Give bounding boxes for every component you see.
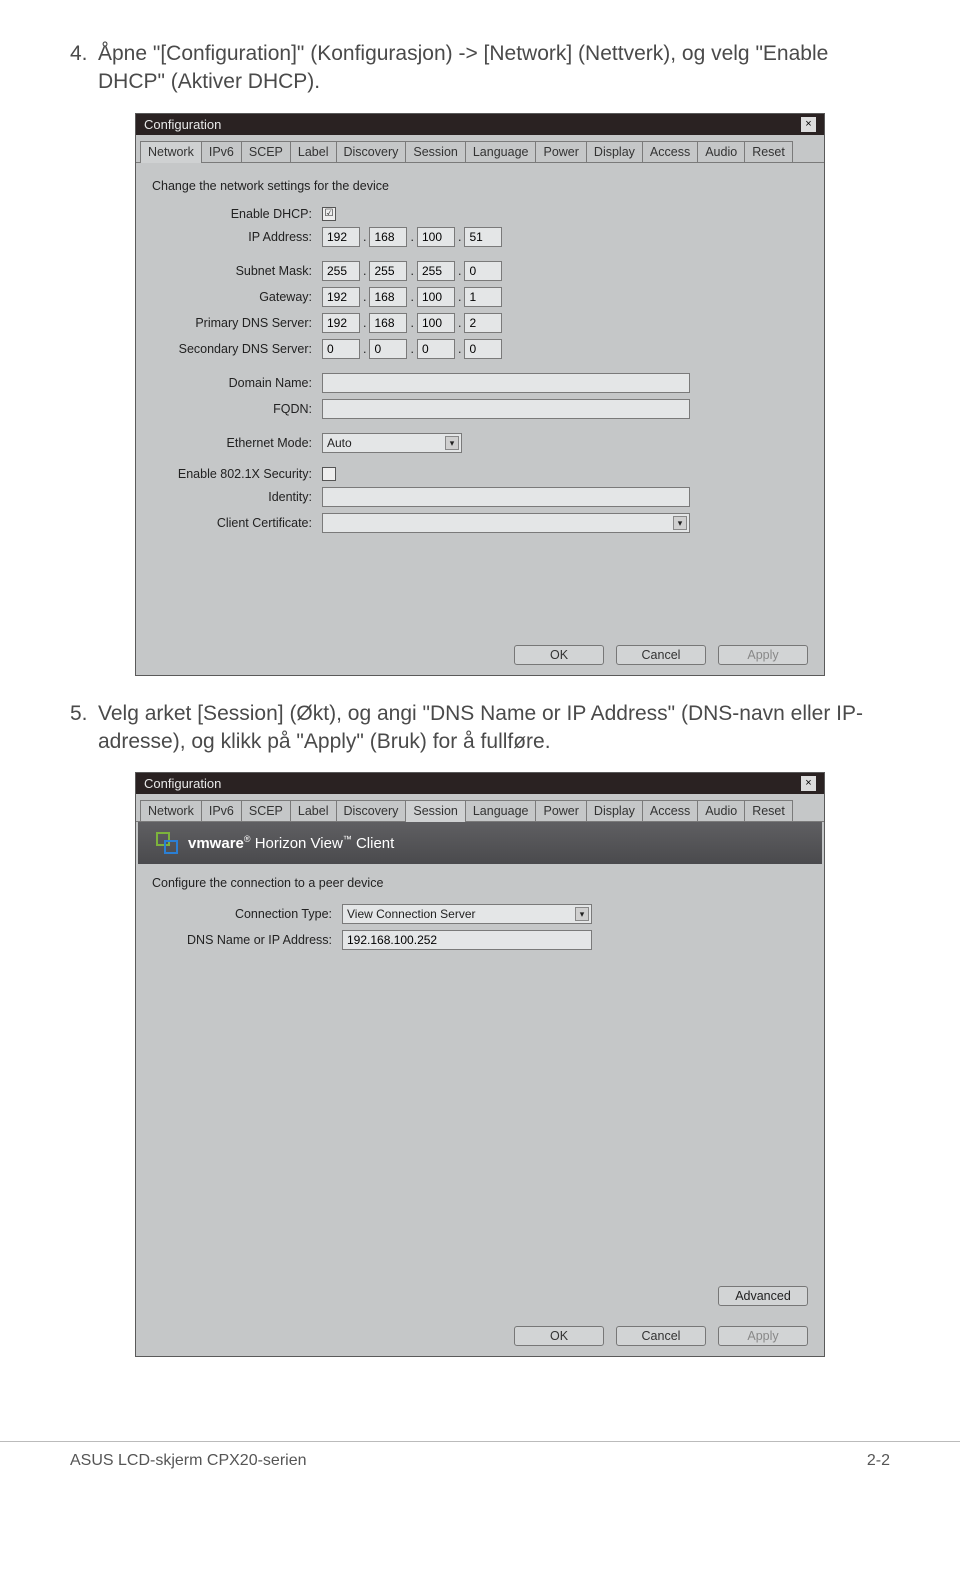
vmware-banner: vmware® Horizon View™ Client	[138, 822, 822, 864]
tab-power[interactable]: Power	[535, 141, 586, 162]
subnet-octet-2[interactable]	[369, 261, 407, 281]
ip-address-label: IP Address:	[152, 230, 322, 244]
tab-session[interactable]: Session	[405, 800, 465, 821]
fqdn-label: FQDN:	[152, 402, 322, 416]
identity-label: Identity:	[152, 490, 322, 504]
footer-right: 2-2	[867, 1452, 890, 1470]
dns-or-ip-input[interactable]	[342, 930, 592, 950]
pdns-octet-1[interactable]	[322, 313, 360, 333]
tab-audio[interactable]: Audio	[697, 800, 745, 821]
fqdn-input[interactable]	[322, 399, 690, 419]
step-5-text: 5.Velg arket [Session] (Økt), og angi "D…	[70, 700, 890, 757]
tab-language[interactable]: Language	[465, 800, 537, 821]
tab-session[interactable]: Session	[405, 141, 465, 162]
sdns-octet-3[interactable]	[417, 339, 455, 359]
ip-octet-4[interactable]	[464, 227, 502, 247]
tab-ipv6[interactable]: IPv6	[201, 141, 242, 162]
tab-display[interactable]: Display	[586, 800, 643, 821]
vmware-logo-icon	[156, 832, 178, 854]
step-4-text: 4.Åpne "[Configuration]" (Konfigurasjon)…	[70, 40, 890, 97]
subnet-octet-3[interactable]	[417, 261, 455, 281]
primary-dns-label: Primary DNS Server:	[152, 316, 322, 330]
ip-octet-1[interactable]	[322, 227, 360, 247]
gateway-octet-1[interactable]	[322, 287, 360, 307]
configuration-dialog-session: Configuration × Network IPv6 SCEP Label …	[135, 772, 825, 1357]
gateway-label: Gateway:	[152, 290, 322, 304]
tab-access[interactable]: Access	[642, 800, 698, 821]
ok-button[interactable]: OK	[514, 1326, 604, 1346]
tab-audio[interactable]: Audio	[697, 141, 745, 162]
tab-ipv6[interactable]: IPv6	[201, 800, 242, 821]
tab-display[interactable]: Display	[586, 141, 643, 162]
subnet-mask-label: Subnet Mask:	[152, 264, 322, 278]
tab-network[interactable]: Network	[140, 141, 202, 162]
ok-button[interactable]: OK	[514, 645, 604, 665]
page-footer: ASUS LCD-skjerm CPX20-serien 2-2	[0, 1441, 960, 1500]
tab-label[interactable]: Label	[290, 141, 337, 162]
enable-dhcp-checkbox[interactable]: ☑	[322, 207, 336, 221]
footer-left: ASUS LCD-skjerm CPX20-serien	[70, 1452, 307, 1470]
chevron-down-icon: ▾	[575, 907, 589, 921]
client-cert-select[interactable]: ▾	[322, 513, 690, 533]
client-cert-label: Client Certificate:	[152, 516, 322, 530]
domain-name-input[interactable]	[322, 373, 690, 393]
tab-reset[interactable]: Reset	[744, 800, 793, 821]
chevron-down-icon: ▾	[445, 436, 459, 450]
pdns-octet-2[interactable]	[369, 313, 407, 333]
apply-button[interactable]: Apply	[718, 1326, 808, 1346]
dialog-titlebar: Configuration ×	[136, 773, 824, 794]
tab-scep[interactable]: SCEP	[241, 800, 291, 821]
section-description: Configure the connection to a peer devic…	[152, 876, 808, 890]
apply-button[interactable]: Apply	[718, 645, 808, 665]
tabs-row: Network IPv6 SCEP Label Discovery Sessio…	[136, 794, 824, 822]
gateway-octet-4[interactable]	[464, 287, 502, 307]
tab-discovery[interactable]: Discovery	[336, 141, 407, 162]
secondary-dns-label: Secondary DNS Server:	[152, 342, 322, 356]
gateway-octet-3[interactable]	[417, 287, 455, 307]
tab-label[interactable]: Label	[290, 800, 337, 821]
section-description: Change the network settings for the devi…	[152, 179, 808, 193]
advanced-button[interactable]: Advanced	[718, 1286, 808, 1306]
gateway-octet-2[interactable]	[369, 287, 407, 307]
enable-dhcp-label: Enable DHCP:	[152, 207, 322, 221]
identity-input[interactable]	[322, 487, 690, 507]
close-icon[interactable]: ×	[801, 117, 816, 132]
dialog-title: Configuration	[144, 117, 221, 132]
sdns-octet-2[interactable]	[369, 339, 407, 359]
tab-power[interactable]: Power	[535, 800, 586, 821]
close-icon[interactable]: ×	[801, 776, 816, 791]
sdns-octet-1[interactable]	[322, 339, 360, 359]
pdns-octet-4[interactable]	[464, 313, 502, 333]
sdns-octet-4[interactable]	[464, 339, 502, 359]
ethernet-mode-select[interactable]: Auto ▾	[322, 433, 462, 453]
tab-scep[interactable]: SCEP	[241, 141, 291, 162]
chevron-down-icon: ▾	[673, 516, 687, 530]
dialog-titlebar: Configuration ×	[136, 114, 824, 135]
cancel-button[interactable]: Cancel	[616, 1326, 706, 1346]
dialog-title: Configuration	[144, 776, 221, 791]
subnet-octet-4[interactable]	[464, 261, 502, 281]
enable-8021x-checkbox[interactable]	[322, 467, 336, 481]
tab-access[interactable]: Access	[642, 141, 698, 162]
tabs-row: Network IPv6 SCEP Label Discovery Sessio…	[136, 135, 824, 163]
dns-or-ip-label: DNS Name or IP Address:	[152, 933, 342, 947]
cancel-button[interactable]: Cancel	[616, 645, 706, 665]
tab-network[interactable]: Network	[140, 800, 202, 821]
subnet-octet-1[interactable]	[322, 261, 360, 281]
tab-language[interactable]: Language	[465, 141, 537, 162]
ip-octet-3[interactable]	[417, 227, 455, 247]
domain-name-label: Domain Name:	[152, 376, 322, 390]
connection-type-select[interactable]: View Connection Server ▾	[342, 904, 592, 924]
configuration-dialog-network: Configuration × Network IPv6 SCEP Label …	[135, 113, 825, 676]
enable-8021x-label: Enable 802.1X Security:	[152, 467, 322, 481]
ethernet-mode-label: Ethernet Mode:	[152, 436, 322, 450]
tab-reset[interactable]: Reset	[744, 141, 793, 162]
tab-discovery[interactable]: Discovery	[336, 800, 407, 821]
pdns-octet-3[interactable]	[417, 313, 455, 333]
connection-type-label: Connection Type:	[152, 907, 342, 921]
ip-octet-2[interactable]	[369, 227, 407, 247]
